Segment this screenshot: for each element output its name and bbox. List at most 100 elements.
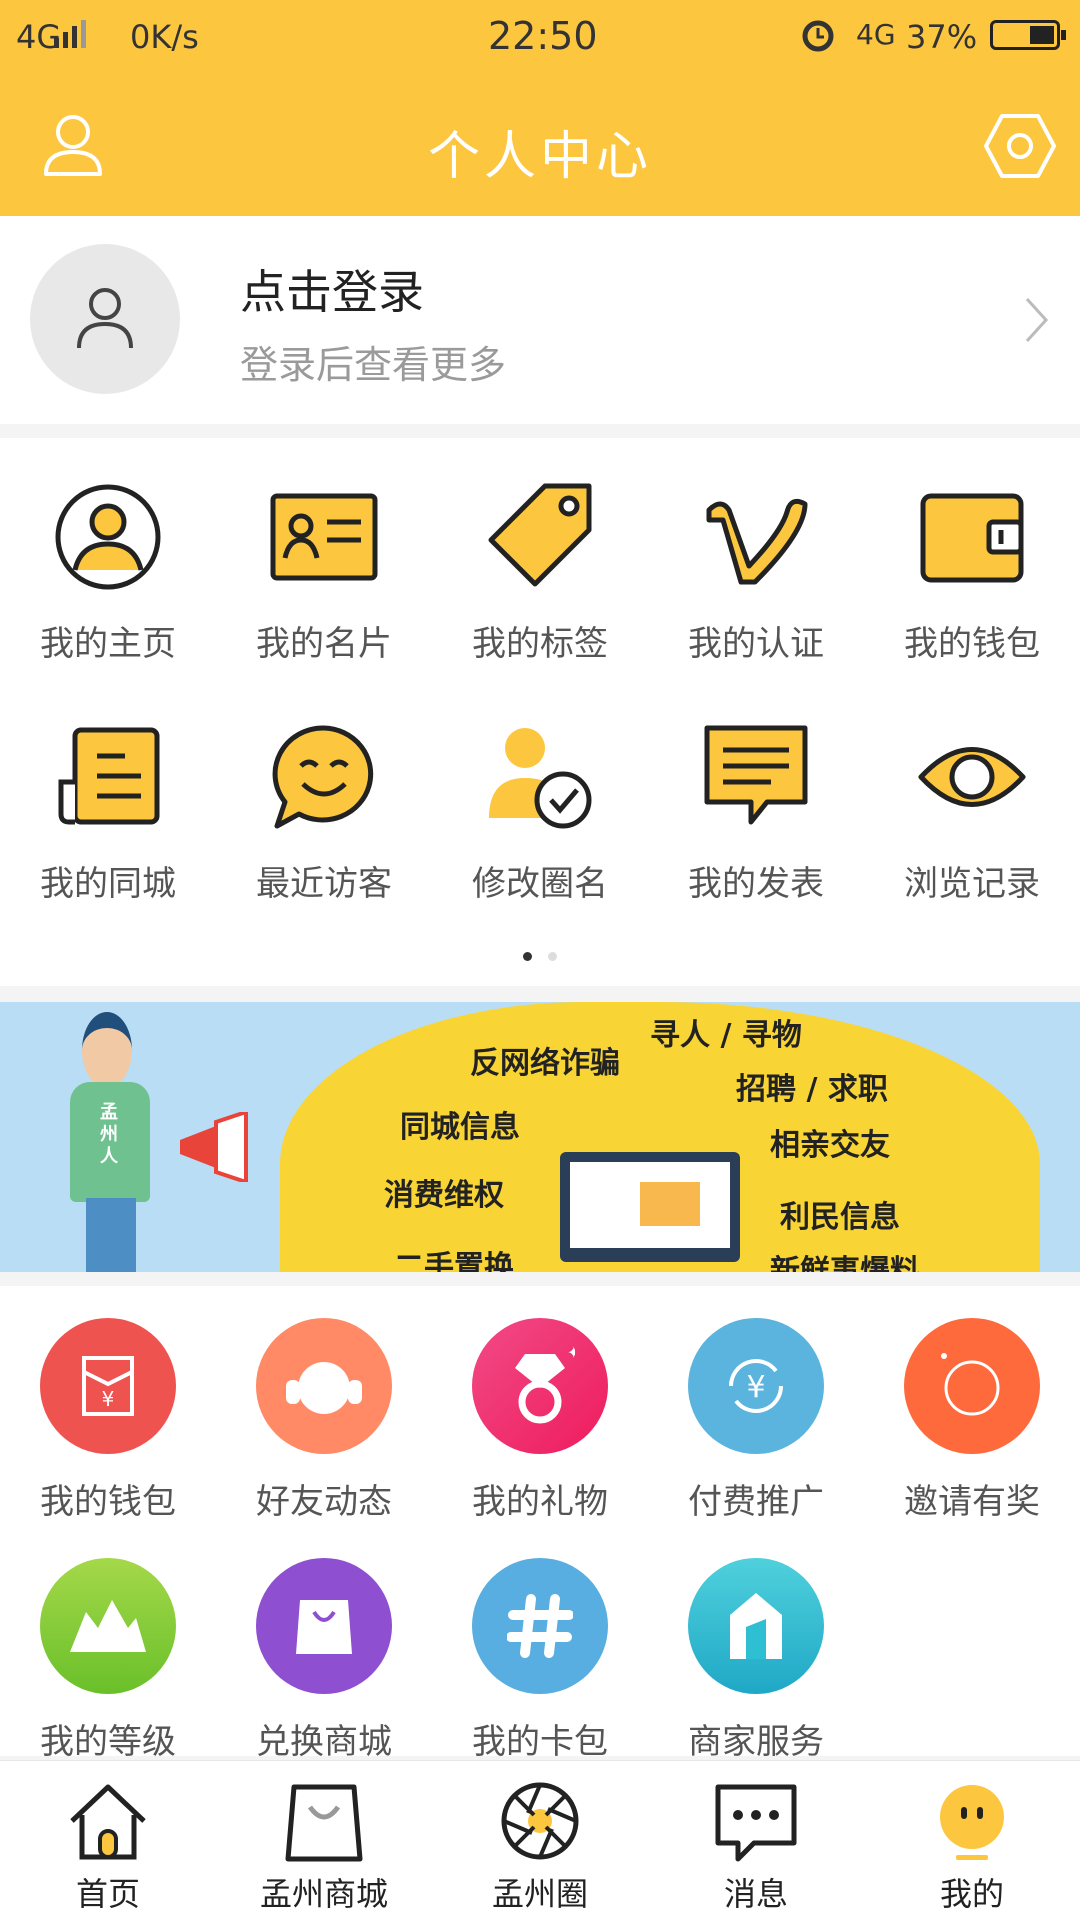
history-icon — [918, 747, 1026, 807]
page-dot-active — [523, 952, 532, 961]
service-promotion[interactable]: ¥ 付费推广 — [648, 1318, 864, 1523]
banner-text: 二手置换 — [394, 1250, 514, 1272]
megaphone-icon — [180, 1112, 248, 1182]
rename-icon — [489, 728, 592, 829]
home-icon — [70, 1784, 146, 1860]
network-label-2: 4G — [856, 18, 896, 51]
menu-item-label: 我的同城 — [40, 864, 176, 904]
avatar[interactable] — [30, 244, 180, 394]
service-label: 付费推广 — [688, 1482, 824, 1522]
circle-icon — [904, 1318, 1040, 1454]
promo-banner[interactable]: 孟州人 反网络诈骗 寻人 / 寻物 招聘 / 求职 同城信息 相亲交友 消费维权… — [0, 1002, 1080, 1272]
network-speed: 0K/s — [130, 18, 199, 56]
service-label: 我的卡包 — [472, 1722, 608, 1762]
menu-item-label: 我的标签 — [472, 624, 608, 664]
menu-item-post[interactable]: 我的发表 — [648, 722, 864, 905]
page-indicator — [0, 946, 1080, 965]
service-label: 我的礼物 — [472, 1482, 608, 1522]
menu-item-label: 我的发表 — [688, 864, 824, 904]
yuan-icon: ¥ — [688, 1318, 824, 1454]
menu-item-label: 我的主页 — [40, 624, 176, 664]
banner-text: 寻人 / 寻物 — [650, 1018, 802, 1053]
service-invite[interactable]: 邀请有奖 — [864, 1318, 1080, 1523]
tab-label: 孟州圈 — [491, 1875, 588, 1913]
app-header: 个人中心 — [0, 76, 1080, 216]
svg-text:¥: ¥ — [746, 1370, 765, 1405]
menu-item-label: 我的认证 — [688, 624, 824, 664]
service-grid: ¥ 我的钱包 好友动态 ✦ 我的礼物 ¥ 付费推广 邀请有奖 我的等级 兑换商城… — [0, 1286, 1080, 1762]
battery-percent: 37% — [906, 18, 978, 56]
banner-text: 利民信息 — [780, 1200, 900, 1235]
service-label: 我的钱包 — [40, 1482, 176, 1522]
shopping-bag-icon — [285, 1784, 363, 1862]
menu-item-homepage[interactable]: 我的主页 — [0, 482, 216, 665]
menu-item-card[interactable]: 我的名片 — [216, 482, 432, 665]
mountain-icon — [40, 1558, 176, 1694]
service-friends[interactable]: 好友动态 — [216, 1318, 432, 1523]
tab-me[interactable]: 我的 — [864, 1779, 1080, 1915]
menu-item-rename[interactable]: 修改圈名 — [432, 722, 648, 905]
chevron-right-icon — [1025, 297, 1049, 343]
status-bar: 4G 0K/s 22:50 4G 37% — [0, 0, 1080, 76]
menu-item-wallet[interactable]: 我的钱包 — [864, 482, 1080, 665]
menu-item-tag[interactable]: 我的标签 — [432, 482, 648, 665]
verify-icon — [706, 498, 808, 585]
post-icon — [704, 725, 808, 825]
tag-icon — [488, 483, 592, 587]
banner-text: 相亲交友 — [770, 1128, 890, 1163]
menu-item-label: 我的名片 — [256, 624, 392, 664]
login-title[interactable]: 点击登录 — [240, 256, 424, 322]
shop-icon — [688, 1558, 824, 1694]
menu-item-city[interactable]: 我的同城 — [0, 722, 216, 905]
tab-circle[interactable]: 孟州圈 — [432, 1779, 648, 1915]
red-packet-icon: ¥ — [40, 1318, 176, 1454]
menu-item-visitor[interactable]: 最近访客 — [216, 722, 432, 905]
service-label: 好友动态 — [256, 1482, 392, 1522]
menu-item-verify[interactable]: 我的认证 — [648, 482, 864, 665]
alarm-icon — [802, 20, 834, 52]
service-merchant[interactable]: 商家服务 — [648, 1558, 864, 1763]
banner-person-body: 孟州人 — [70, 1082, 150, 1202]
login-subtitle: 登录后查看更多 — [240, 343, 507, 387]
service-label: 兑换商城 — [256, 1722, 392, 1762]
avatar-placeholder-icon — [77, 288, 133, 349]
battery-icon — [990, 20, 1066, 50]
menu-item-label: 最近访客 — [256, 864, 392, 904]
ring-icon: ✦ — [472, 1318, 608, 1454]
menu-grid: 我的主页 我的名片 我的标签 我的认证 我的钱包 我的同城 最近访客 修改圈名 … — [0, 438, 1080, 986]
service-gift[interactable]: ✦ 我的礼物 — [432, 1318, 648, 1523]
banner-text: 新鲜事爆料 — [770, 1254, 920, 1272]
menu-item-label: 修改圈名 — [472, 864, 608, 904]
service-wallet[interactable]: ¥ 我的钱包 — [0, 1318, 216, 1523]
service-label: 商家服务 — [688, 1722, 824, 1762]
service-label: 邀请有奖 — [904, 1482, 1040, 1522]
bag-icon — [256, 1558, 392, 1694]
tab-mall[interactable]: 孟州商城 — [216, 1779, 432, 1915]
service-exchange-mall[interactable]: 兑换商城 — [216, 1558, 432, 1763]
banner-text: 反网络诈骗 — [470, 1046, 620, 1081]
banner-text: 同城信息 — [400, 1110, 520, 1145]
card-icon — [270, 493, 378, 581]
signal-icon — [54, 20, 86, 48]
tab-label: 我的 — [939, 1875, 1004, 1913]
tab-label: 首页 — [75, 1875, 140, 1913]
envelope-icon — [640, 1182, 700, 1226]
shirt-text: 孟州人 — [100, 1102, 118, 1167]
aperture-icon — [501, 1782, 579, 1860]
tab-label: 消息 — [723, 1875, 788, 1913]
service-level[interactable]: 我的等级 — [0, 1558, 216, 1763]
svg-text:✦: ✦ — [567, 1346, 575, 1362]
tab-home[interactable]: 首页 — [0, 1779, 216, 1915]
tab-messages[interactable]: 消息 — [648, 1779, 864, 1915]
message-icon — [715, 1784, 797, 1862]
service-card-wallet[interactable]: 我的卡包 — [432, 1558, 648, 1763]
homepage-icon — [55, 484, 161, 590]
service-label: 我的等级 — [40, 1722, 176, 1762]
menu-item-label: 我的钱包 — [904, 624, 1040, 664]
bottom-tab-bar: 首页 孟州商城 孟州圈 消息 我的 — [0, 1760, 1080, 1921]
menu-item-history[interactable]: 浏览记录 — [864, 722, 1080, 905]
banner-text: 招聘 / 求职 — [736, 1072, 888, 1107]
city-icon — [58, 727, 160, 825]
settings-icon[interactable] — [984, 110, 1056, 182]
login-card[interactable]: 点击登录 登录后查看更多 — [0, 216, 1080, 424]
